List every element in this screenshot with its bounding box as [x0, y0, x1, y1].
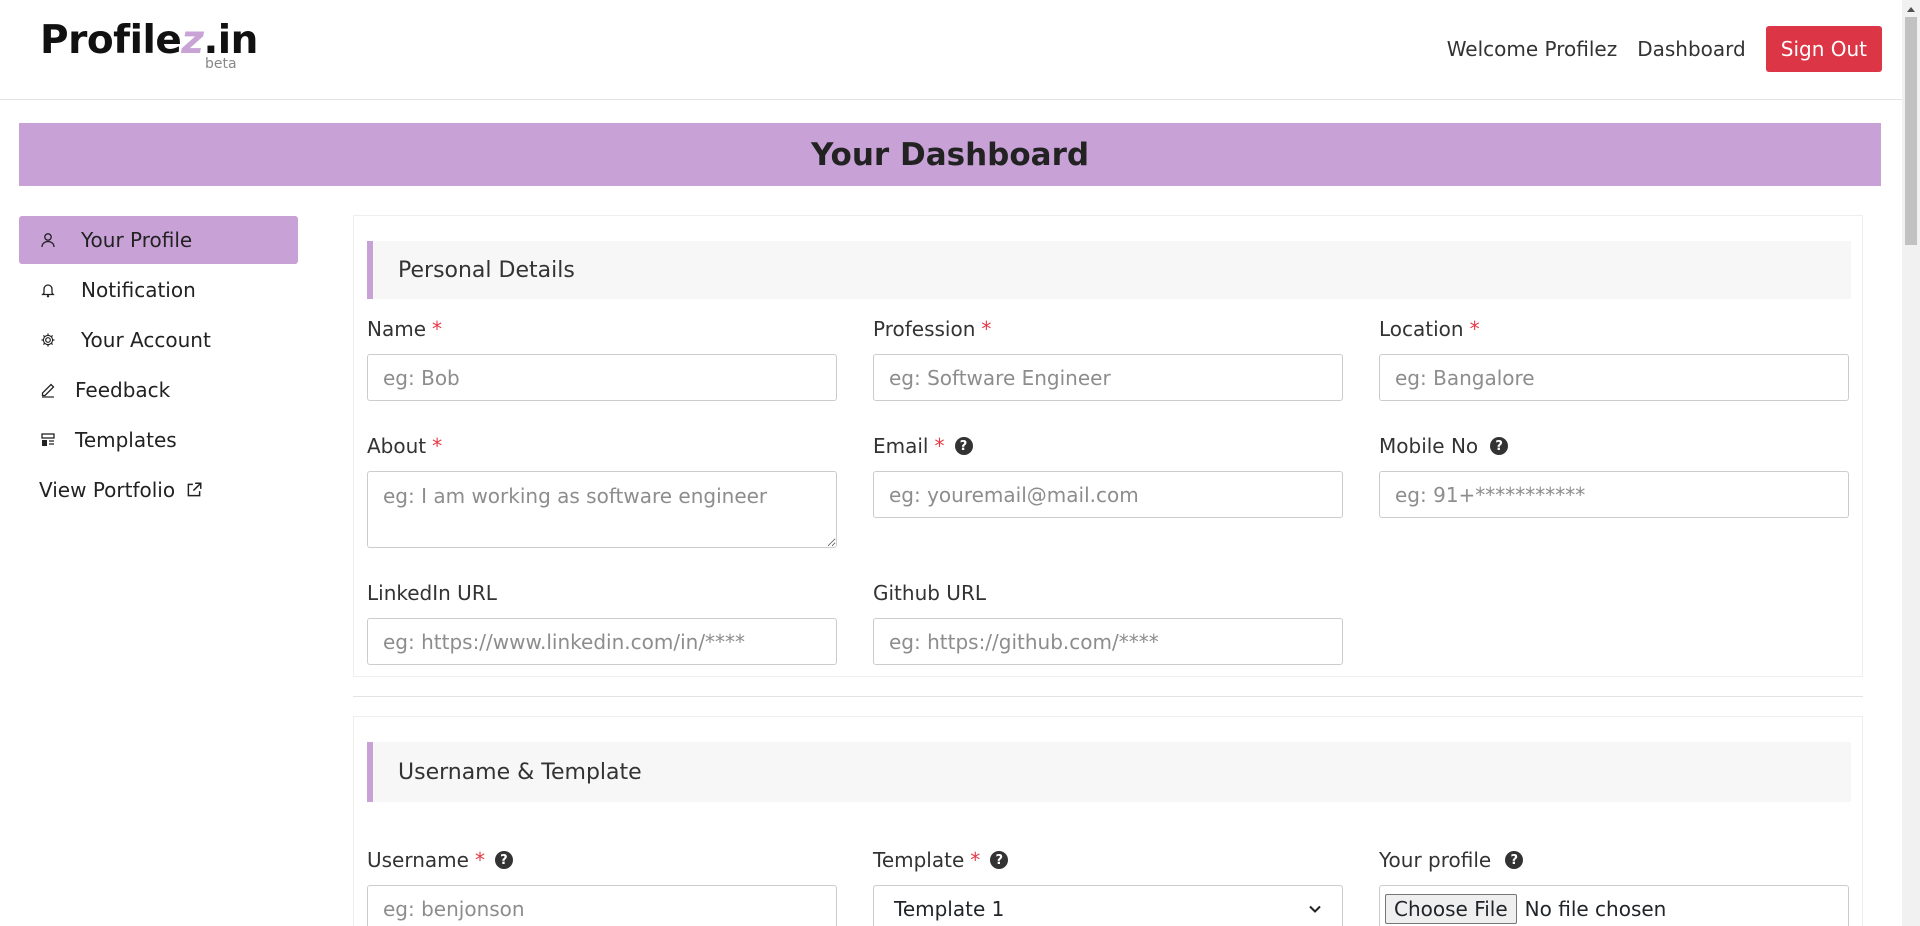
- scroll-up-arrow-icon[interactable]: [1902, 0, 1920, 17]
- mobile-field-group: Mobile No ?: [1379, 433, 1849, 518]
- nav-links: Welcome Profilez Dashboard Sign Out: [1447, 26, 1882, 72]
- required-marker: *: [432, 317, 443, 341]
- personal-details-card: Personal Details Name* Profession* Locat…: [353, 215, 1863, 677]
- welcome-text: Welcome Profilez: [1446, 37, 1618, 61]
- location-input[interactable]: [1379, 354, 1849, 401]
- linkedin-label: LinkedIn URL: [367, 581, 497, 605]
- sidebar-item-label: Your Profile: [81, 228, 193, 252]
- help-icon[interactable]: ?: [990, 851, 1009, 869]
- profile-upload-group: Your profile ? Choose File No file chose…: [1379, 847, 1849, 926]
- dashboard-link[interactable]: Dashboard: [1637, 37, 1746, 61]
- username-field-group: Username * ?: [367, 847, 837, 926]
- github-label: Github URL: [873, 581, 986, 605]
- about-label: About *: [367, 433, 837, 459]
- sidebar: Your Profile Notification Your Account F…: [19, 216, 298, 516]
- mobile-label: Mobile No ?: [1379, 433, 1849, 459]
- name-field-group: Name *: [367, 316, 837, 401]
- template-label: Template * ?: [873, 847, 1343, 873]
- label-text: About: [367, 434, 427, 458]
- profession-input[interactable]: [873, 354, 1343, 401]
- sidebar-item-templates[interactable]: Templates: [19, 416, 298, 464]
- label-text: Template: [873, 848, 965, 872]
- sidebar-item-notification[interactable]: Notification: [19, 266, 298, 314]
- github-input[interactable]: [873, 618, 1343, 665]
- file-status-text: No file chosen: [1524, 896, 1667, 921]
- top-navbar: Profilez.in beta Welcome Profilez Dashbo…: [0, 0, 1902, 100]
- email-field-group: Email * ?: [873, 433, 1343, 518]
- page-title: Your Dashboard: [810, 136, 1090, 173]
- github-field-group: Github URL: [873, 580, 1343, 665]
- template-select[interactable]: Template 1: [873, 885, 1343, 926]
- label-text: Mobile No: [1379, 434, 1479, 458]
- sidebar-item-label: Feedback: [75, 378, 171, 402]
- label-text: Username: [367, 848, 469, 872]
- bell-icon: [39, 281, 57, 299]
- help-icon[interactable]: ?: [954, 437, 973, 455]
- name-label: Name *: [367, 316, 837, 342]
- profession-label: Profession *: [873, 316, 1343, 342]
- mobile-input[interactable]: [1379, 471, 1849, 518]
- username-template-card: Username & Template Username* ? Template…: [353, 716, 1863, 926]
- about-field-group: About *: [367, 433, 837, 552]
- location-field-group: Location *: [1379, 316, 1849, 401]
- about-textarea[interactable]: [367, 471, 837, 548]
- linkedin-input[interactable]: [367, 618, 837, 665]
- linkedin-field-group: LinkedIn URL: [367, 580, 837, 665]
- help-icon[interactable]: ?: [1490, 437, 1509, 455]
- label-text: Your profile: [1379, 848, 1492, 872]
- label-text: Location: [1379, 317, 1464, 341]
- required-marker: *: [474, 848, 485, 872]
- username-label: Username * ?: [367, 847, 837, 873]
- required-marker: *: [934, 434, 945, 458]
- user-icon: [39, 231, 57, 249]
- section-heading: Username & Template: [367, 742, 1851, 802]
- name-input[interactable]: [367, 354, 837, 401]
- profile-label: Your profile ?: [1379, 847, 1849, 873]
- required-marker: *: [1469, 317, 1480, 341]
- location-label: Location *: [1379, 316, 1849, 342]
- sidebar-item-your-account[interactable]: Your Account: [19, 316, 298, 364]
- section-divider: [353, 696, 1863, 697]
- pencil-icon: [39, 381, 57, 399]
- label-text: Email: [873, 434, 929, 458]
- template-field-group: Template * ? Template 1: [873, 847, 1343, 926]
- scrollbar-thumb[interactable]: [1905, 17, 1917, 245]
- profession-field-group: Profession *: [873, 316, 1343, 401]
- sign-out-button[interactable]: Sign Out: [1765, 26, 1882, 72]
- choose-file-button[interactable]: Choose File: [1385, 893, 1517, 924]
- chevron-down-icon: [1308, 897, 1322, 921]
- required-marker: *: [970, 848, 981, 872]
- sidebar-item-your-profile[interactable]: Your Profile: [19, 216, 298, 264]
- external-link-icon: [185, 481, 203, 499]
- gear-icon: [39, 331, 57, 349]
- template-icon: [39, 431, 57, 449]
- required-marker: *: [432, 434, 443, 458]
- help-icon[interactable]: ?: [494, 851, 513, 869]
- section-heading: Personal Details: [367, 241, 1851, 299]
- profile-file-input[interactable]: Choose File No file chosen: [1379, 885, 1849, 926]
- help-icon[interactable]: ?: [1505, 851, 1524, 869]
- label-text: Name: [367, 317, 427, 341]
- beta-tag: beta: [205, 56, 237, 72]
- template-selected-value: Template 1: [894, 896, 1005, 921]
- sidebar-item-label: Your Account: [81, 328, 211, 352]
- required-marker: *: [981, 317, 992, 341]
- dashboard-banner: Your Dashboard: [19, 123, 1881, 186]
- email-label: Email * ?: [873, 433, 1343, 459]
- sidebar-item-feedback[interactable]: Feedback: [19, 366, 298, 414]
- sidebar-item-label: Notification: [81, 278, 196, 302]
- sidebar-item-label: View Portfolio: [39, 478, 176, 502]
- page-scrollbar[interactable]: [1902, 0, 1920, 926]
- label-text: Profession: [873, 317, 976, 341]
- sidebar-item-label: Templates: [75, 428, 177, 452]
- email-input[interactable]: [873, 471, 1343, 518]
- username-input[interactable]: [367, 885, 837, 926]
- sidebar-item-view-portfolio[interactable]: View Portfolio: [19, 466, 298, 514]
